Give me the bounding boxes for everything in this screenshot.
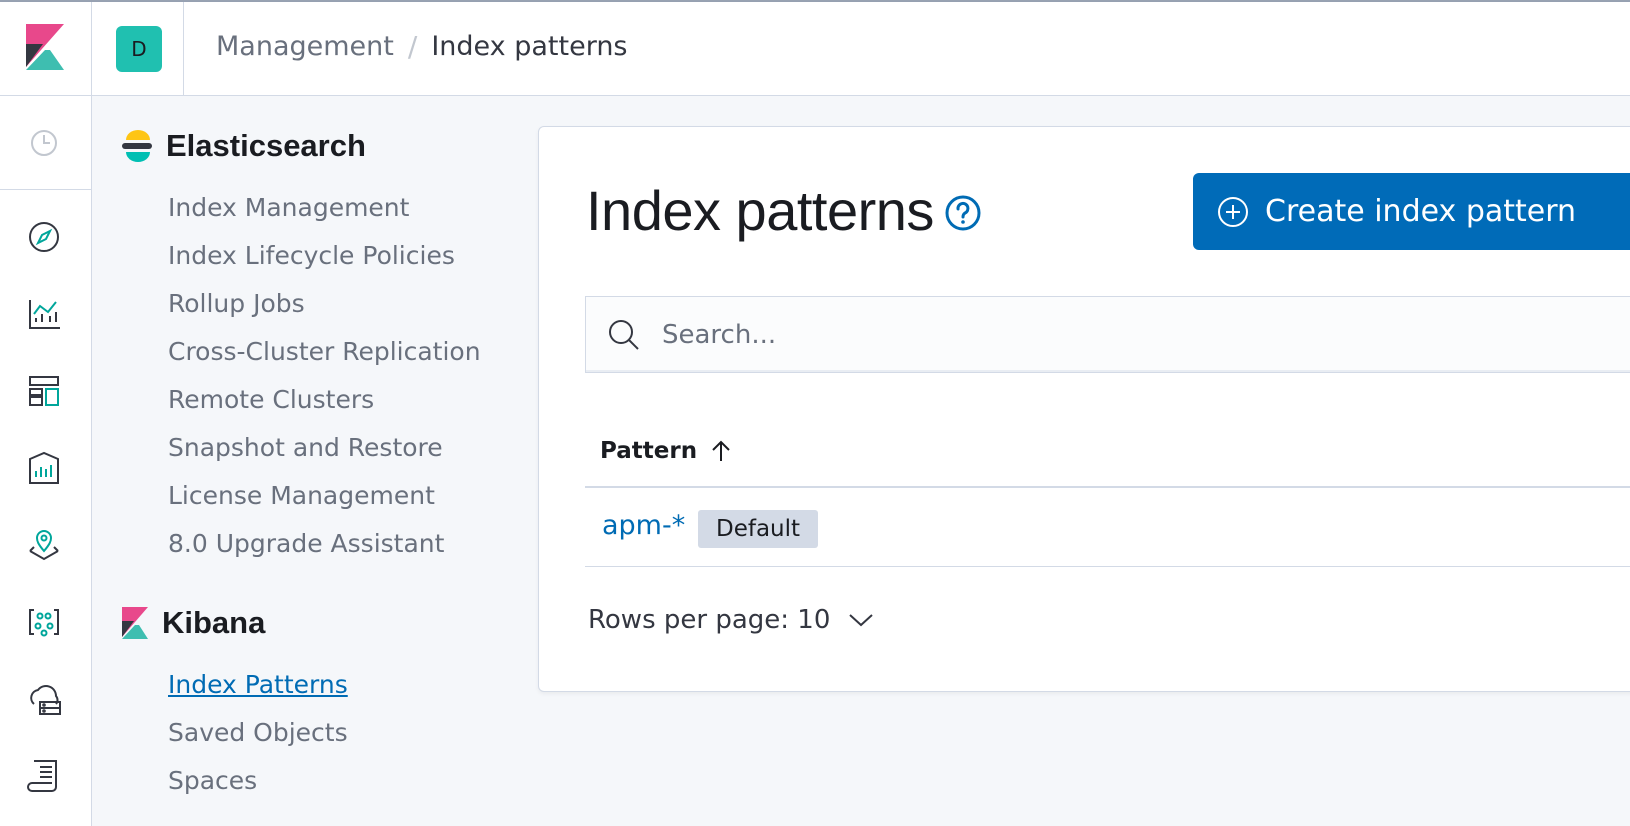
visualize-icon[interactable]: [24, 294, 64, 334]
sidebar-item-license-management[interactable]: License Management: [168, 481, 435, 510]
table-header: Pattern: [585, 420, 1630, 488]
help-icon[interactable]: [944, 194, 982, 232]
breadcrumb-current: Index patterns: [431, 31, 628, 62]
app-header: D Management / Index patterns: [0, 2, 1630, 96]
chevron-down-icon: [849, 614, 874, 627]
table-row: apm-* Default: [585, 488, 1630, 567]
space-avatar[interactable]: D: [116, 26, 162, 72]
sidebar-heading-elasticsearch: Elasticsearch: [122, 128, 366, 164]
plus-in-circle-icon: [1218, 196, 1248, 227]
column-header-pattern[interactable]: Pattern: [600, 438, 733, 464]
clock-icon: [31, 130, 57, 156]
sidebar-heading-kibana: Kibana: [122, 605, 265, 641]
canvas-icon[interactable]: [24, 449, 64, 489]
default-badge: Default: [698, 510, 819, 548]
machine-learning-icon[interactable]: [24, 602, 64, 642]
recently-viewed-button[interactable]: [0, 96, 91, 190]
space-selector[interactable]: D: [92, 2, 184, 96]
index-pattern-link[interactable]: apm-*: [602, 510, 685, 541]
logs-icon[interactable]: [24, 757, 64, 797]
nav-rail: [0, 96, 92, 826]
sidebar-item-index-lifecycle-policies[interactable]: Index Lifecycle Policies: [168, 241, 455, 270]
page-title: Index patterns: [586, 179, 934, 242]
sidebar-item-cross-cluster-replication[interactable]: Cross-Cluster Replication: [168, 337, 481, 366]
breadcrumb-separator: /: [407, 30, 418, 63]
sidebar-item-saved-objects[interactable]: Saved Objects: [168, 718, 348, 747]
dashboard-icon[interactable]: [24, 371, 64, 411]
search-field[interactable]: [585, 296, 1630, 373]
infrastructure-icon[interactable]: [24, 680, 64, 720]
sidebar-item-index-patterns[interactable]: Index Patterns: [168, 670, 348, 699]
sidebar-item-remote-clusters[interactable]: Remote Clusters: [168, 385, 374, 414]
discover-icon[interactable]: [24, 217, 64, 257]
kibana-logo-icon: [26, 24, 64, 70]
sidebar-item-upgrade-assistant[interactable]: 8.0 Upgrade Assistant: [168, 529, 444, 558]
create-index-pattern-label: Create index pattern: [1265, 194, 1577, 229]
sidebar-item-rollup-jobs[interactable]: Rollup Jobs: [168, 289, 305, 318]
sidebar-item-index-management[interactable]: Index Management: [168, 193, 409, 222]
breadcrumb-management[interactable]: Management: [216, 31, 394, 62]
maps-icon[interactable]: [24, 525, 64, 565]
kibana-home-link[interactable]: [0, 2, 92, 96]
column-header-label: Pattern: [600, 438, 698, 464]
search-input[interactable]: [662, 297, 1562, 372]
rows-per-page-button[interactable]: Rows per page: 10: [588, 605, 874, 635]
search-icon: [609, 320, 639, 350]
create-index-pattern-button[interactable]: Create index pattern: [1193, 173, 1630, 250]
kibana-logo-icon: [122, 607, 148, 639]
sidebar-item-snapshot-and-restore[interactable]: Snapshot and Restore: [168, 433, 443, 462]
sidebar-heading-label: Kibana: [162, 605, 266, 640]
sidebar-item-spaces[interactable]: Spaces: [168, 766, 257, 795]
breadcrumb: Management / Index patterns: [216, 30, 628, 63]
sort-ascending-icon: [712, 440, 730, 461]
sidebar-heading-label: Elasticsearch: [166, 128, 366, 163]
rows-per-page-label: Rows per page: 10: [588, 605, 831, 635]
elasticsearch-logo-icon: [122, 130, 152, 162]
